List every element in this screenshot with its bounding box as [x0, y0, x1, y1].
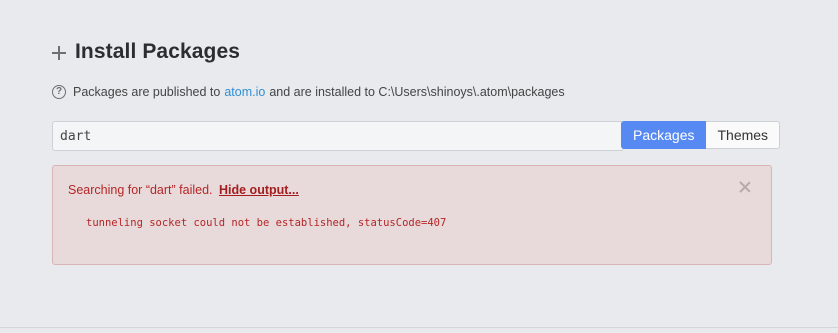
error-output: tunneling socket could not be establishe… [86, 217, 447, 229]
info-text-before: Packages are published to [73, 85, 221, 99]
plus-icon [52, 46, 66, 60]
error-message: Searching for “dart” failed. Hide output… [68, 183, 299, 197]
hide-output-link[interactable]: Hide output... [219, 183, 299, 197]
page-title: Install Packages [75, 40, 241, 63]
info-line: ? Packages are published to atom.io and … [52, 84, 565, 100]
install-packages-panel: Install Packages ? Packages are publishe… [0, 0, 838, 333]
themes-button[interactable]: Themes [706, 121, 781, 149]
error-alert: Searching for “dart” failed. Hide output… [52, 165, 772, 265]
search-input[interactable] [52, 121, 624, 151]
error-message-text: Searching for “dart” failed. [68, 183, 213, 197]
close-icon[interactable] [739, 181, 751, 193]
search-type-toggle: Packages Themes [621, 121, 781, 150]
divider [0, 327, 838, 328]
section-header: Install Packages [52, 38, 240, 66]
atom-io-link[interactable]: atom.io [224, 85, 265, 99]
packages-button[interactable]: Packages [621, 121, 707, 149]
info-text-after: and are installed to C:\Users\shinoys\.a… [269, 85, 565, 99]
question-circle-icon: ? [52, 85, 66, 99]
search-row: Packages Themes [52, 121, 781, 151]
